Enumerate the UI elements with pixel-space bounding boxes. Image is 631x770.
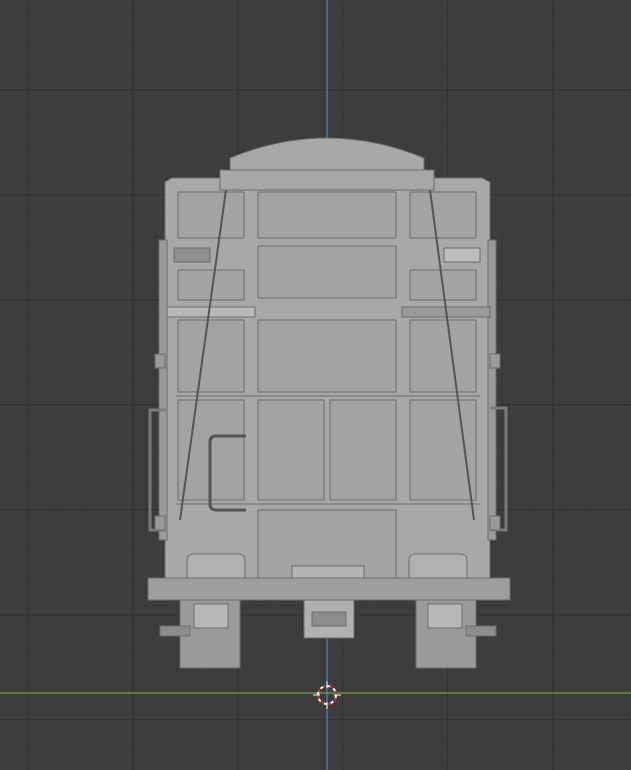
end-platform xyxy=(147,577,511,601)
stirrup-left-low xyxy=(154,515,166,531)
panel-right-top xyxy=(409,191,477,239)
brake-left xyxy=(159,625,191,637)
panel-left-top xyxy=(177,191,245,239)
beam-upper xyxy=(166,306,256,318)
panel-left-mid xyxy=(177,319,245,393)
wheel-right xyxy=(427,603,463,629)
boxcar-model[interactable] xyxy=(147,137,511,669)
side-ledge-right xyxy=(487,239,497,541)
panel-top-center xyxy=(257,191,397,239)
panel-right-lower xyxy=(409,399,477,501)
brake-right xyxy=(465,625,497,637)
panel-mid-center xyxy=(257,319,397,393)
beam-left-top xyxy=(173,247,211,263)
3d-viewport[interactable] xyxy=(0,0,631,770)
roof-walk xyxy=(219,169,435,191)
panel-lower-left-b xyxy=(329,399,397,501)
stirrup-left-top xyxy=(154,353,166,369)
coupler-slot xyxy=(311,611,347,627)
panel-right-mid xyxy=(409,319,477,393)
wheel-left xyxy=(193,603,229,629)
stirrup-right-low xyxy=(489,515,501,531)
stirrup-right-top xyxy=(489,353,501,369)
side-ledge-left xyxy=(158,239,168,541)
panel-lower-left-a xyxy=(257,399,325,501)
panel-upper-center xyxy=(257,245,397,299)
beam-right-top xyxy=(443,247,481,263)
